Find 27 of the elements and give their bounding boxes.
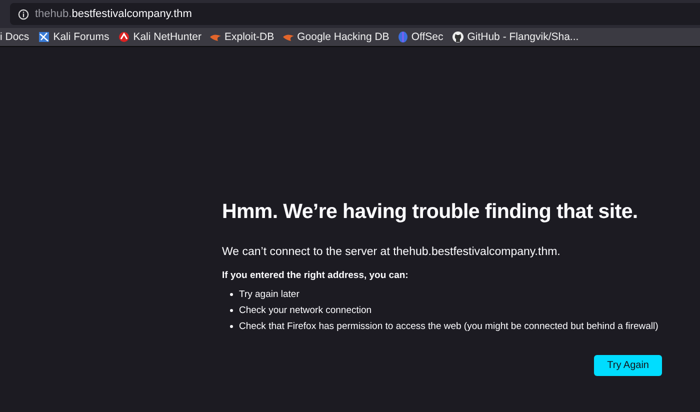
bookmark-link[interactable]: Google Hacking DB	[297, 31, 390, 43]
nethunter-icon[interactable]	[118, 31, 130, 43]
try-again-button[interactable]: Try Again	[594, 355, 662, 376]
offsec-icon[interactable]	[398, 31, 408, 43]
url-domain: bestfestivalcompany.thm	[72, 8, 192, 20]
flame-icon[interactable]	[210, 33, 222, 41]
flame-icon[interactable]	[283, 33, 294, 41]
bullet-icon	[230, 325, 233, 328]
error-title: Hmm. We’re having trouble finding that site.	[222, 200, 639, 224]
bookmark-link[interactable]: Kali NetHunter	[133, 31, 202, 43]
github-icon[interactable]	[452, 31, 464, 43]
bookmark-link[interactable]: i Docs	[0, 31, 30, 43]
info-icon[interactable]	[18, 8, 29, 20]
error-message: We can’t connect to the server at thehub.bestfestivalcompany.thm.	[222, 246, 562, 258]
address-bar[interactable]: thehub.bestfestivalcompany.thm	[10, 3, 700, 25]
bullet-icon	[230, 309, 233, 312]
suggestion-text: Try again later	[239, 289, 300, 300]
bookmark-link[interactable]: Kali Forums	[53, 31, 110, 43]
bullet-icon	[230, 293, 233, 296]
dragon-icon[interactable]	[38, 31, 50, 43]
bookmark-link[interactable]: GitHub - Flangvik/Sha...	[467, 31, 579, 43]
suggestion-text: Check that Firefox has permission to access the web (you might be connected but behind a firewall)	[239, 321, 658, 332]
url-subdomain: thehub.	[35, 8, 72, 20]
bookmark-link[interactable]: Exploit-DB	[224, 31, 274, 43]
suggestion-text: Check your network connection	[239, 305, 372, 316]
bookmark-link[interactable]: OffSec	[411, 31, 444, 43]
suggestions-heading: If you entered the right address, you can:	[222, 270, 410, 281]
